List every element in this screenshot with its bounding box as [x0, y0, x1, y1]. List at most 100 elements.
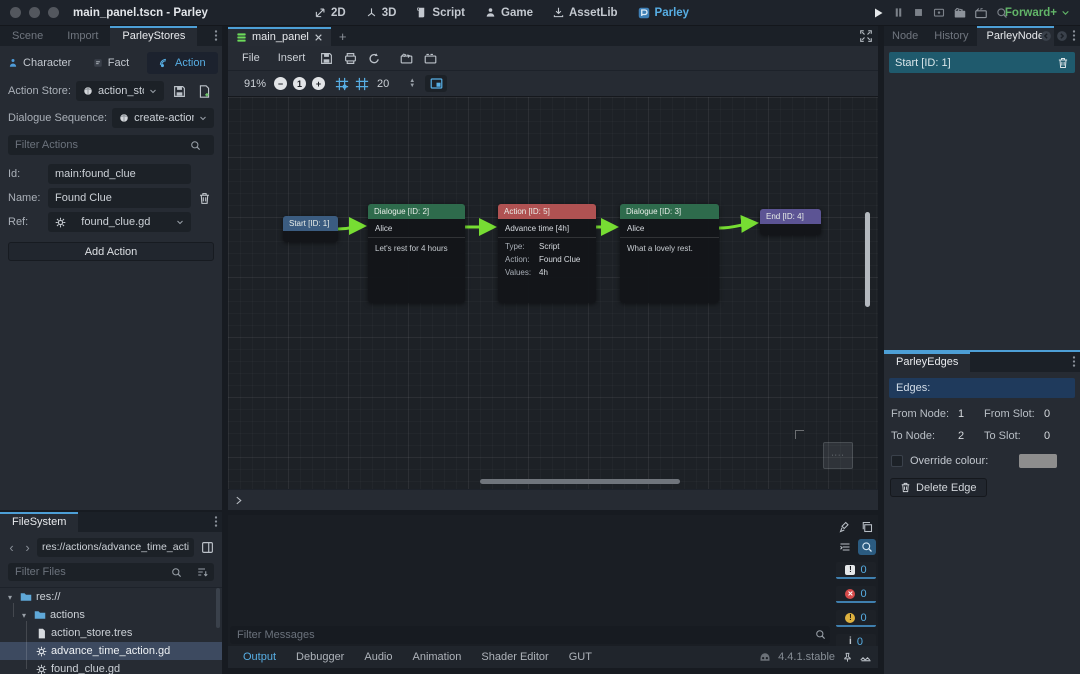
horizontal-scrollbar[interactable]	[480, 479, 680, 484]
snap-toggle-icon[interactable]	[335, 77, 349, 91]
tab-node[interactable]: Node	[884, 27, 926, 46]
filter-files-input[interactable]	[8, 563, 214, 581]
split-mode-icon[interactable]	[197, 537, 217, 557]
filter-messages-input[interactable]	[230, 626, 830, 644]
override-colour-checkbox[interactable]	[891, 455, 903, 467]
maximize-window-icon[interactable]	[48, 7, 59, 18]
back-icon[interactable]: ‹	[5, 540, 18, 555]
zoom-out-button[interactable]: −	[274, 77, 287, 90]
id-field[interactable]	[48, 164, 191, 184]
collapse-icon[interactable]: ▾	[8, 593, 16, 602]
graph-node-start[interactable]: Start [ID: 1]	[283, 216, 338, 242]
expand-panel-icon[interactable]	[234, 495, 243, 506]
renderer-selector[interactable]: Forward+	[1005, 7, 1070, 19]
tree-scrollbar[interactable]	[216, 588, 220, 628]
window-controls[interactable]	[10, 7, 59, 18]
tab-parleyedges[interactable]: ParleyEdges	[884, 352, 970, 372]
graph-canvas[interactable]: Start [ID: 1] Dialogue [ID: 2] Alice Let…	[228, 97, 878, 489]
file-row[interactable]: ▾ actions	[0, 606, 222, 624]
play-icon[interactable]	[872, 7, 884, 19]
sort-files-icon[interactable]	[196, 566, 208, 578]
filter-actions-input[interactable]	[8, 135, 214, 155]
tab-gut[interactable]: GUT	[560, 648, 601, 666]
tab-output[interactable]: Output	[234, 648, 285, 666]
new-tab-icon[interactable]: +	[331, 29, 355, 46]
output-log-area[interactable]: ! 0 ✕ 0 ! 0 i 0	[228, 515, 878, 626]
tab-audio[interactable]: Audio	[355, 648, 401, 666]
path-field[interactable]	[37, 538, 194, 557]
delete-edge-button[interactable]: Delete Edge	[890, 478, 987, 497]
collapse-icon[interactable]: ▾	[22, 611, 30, 620]
save-store-button[interactable]	[169, 81, 189, 101]
pause-icon[interactable]	[893, 7, 904, 18]
insert-menu[interactable]: Insert	[270, 49, 314, 67]
workspace-2d[interactable]: 2D	[315, 7, 346, 19]
delete-action-button[interactable]	[194, 164, 214, 232]
dock-menu-icon[interactable]	[214, 29, 218, 42]
workspace-script[interactable]: Script	[416, 7, 465, 19]
minimize-window-icon[interactable]	[29, 7, 40, 18]
graph-node-dialogue-3[interactable]: Dialogue [ID: 3] Alice What a lovely res…	[620, 204, 719, 303]
graph-node-end[interactable]: End [ID: 4]	[760, 209, 821, 235]
dock-menu-icon[interactable]	[214, 515, 218, 528]
colour-swatch[interactable]	[1019, 454, 1057, 468]
tab-animation[interactable]: Animation	[404, 648, 471, 666]
expand-bottom-panel-icon[interactable]	[860, 651, 872, 663]
file-row[interactable]: action_store.tres	[0, 624, 222, 642]
trash-icon[interactable]	[1057, 57, 1069, 69]
reset-view-icon[interactable]	[364, 48, 384, 68]
vertical-scrollbar[interactable]	[865, 212, 870, 307]
tab-parleystores[interactable]: ParleyStores	[110, 26, 197, 46]
file-row-selected[interactable]: advance_time_action.gd	[0, 642, 222, 660]
tab-scene[interactable]: Scene	[0, 27, 55, 46]
export-icon[interactable]	[340, 48, 360, 68]
minimap-toggle-button[interactable]	[425, 75, 447, 92]
tab-import[interactable]: Import	[55, 27, 110, 46]
tab-history[interactable]: History	[926, 27, 976, 46]
test-dialogue-icon[interactable]	[396, 48, 416, 68]
copy-output-icon[interactable]	[858, 519, 876, 535]
tab-action[interactable]: Action	[147, 52, 218, 74]
badge-all-messages[interactable]: ! 0	[836, 562, 876, 579]
tab-filesystem[interactable]: FileSystem	[0, 512, 78, 532]
movie-writer-icon[interactable]	[975, 7, 987, 19]
snap-stepper[interactable]: ▲▼	[409, 79, 415, 89]
selected-node-header[interactable]: Start [ID: 1]	[889, 52, 1075, 73]
name-field[interactable]	[48, 188, 191, 208]
grid-toggle-icon[interactable]	[355, 77, 369, 91]
graph-node-action-5[interactable]: Action [ID: 5] Advance time [4h] Type:Sc…	[498, 204, 596, 303]
workspace-game[interactable]: Game	[485, 7, 533, 19]
workspace-3d[interactable]: 3D	[366, 7, 397, 19]
edges-header[interactable]: Edges:	[889, 378, 1075, 398]
close-icon[interactable]	[314, 33, 323, 42]
movie-maker-icon[interactable]	[954, 7, 966, 19]
pin-panel-icon[interactable]	[842, 652, 853, 663]
workspace-parley[interactable]: Parley	[638, 7, 690, 19]
file-row[interactable]: ▾ res://	[0, 588, 222, 606]
dialogue-sequence-dropdown[interactable]: create-action-basi	[112, 108, 214, 128]
zoom-in-button[interactable]: +	[312, 77, 325, 90]
ref-dropdown[interactable]: found_clue.gd	[48, 212, 191, 232]
remote-debug-icon[interactable]	[933, 7, 945, 19]
graph-node-dialogue-2[interactable]: Dialogue [ID: 2] Alice Let's rest for 4 …	[368, 204, 465, 303]
collapse-messages-icon[interactable]	[836, 539, 854, 555]
distraction-free-icon[interactable]	[860, 30, 872, 42]
next-tab-icon[interactable]	[1056, 29, 1068, 42]
add-action-button[interactable]: Add Action	[8, 242, 214, 261]
forward-icon[interactable]: ›	[21, 540, 34, 555]
action-store-dropdown[interactable]: action_store.tre	[76, 81, 164, 101]
new-store-button[interactable]	[194, 81, 214, 101]
save-icon[interactable]	[316, 48, 336, 68]
dock-menu-icon[interactable]	[1072, 355, 1076, 368]
scene-tab-main-panel[interactable]: main_panel	[228, 27, 331, 46]
dock-menu-icon[interactable]	[1072, 29, 1076, 42]
file-menu[interactable]: File	[234, 49, 268, 67]
badge-errors[interactable]: ✕ 0	[836, 586, 876, 603]
tab-debugger[interactable]: Debugger	[287, 648, 353, 666]
stop-icon[interactable]	[913, 7, 924, 18]
workspace-assetlib[interactable]: AssetLib	[553, 7, 618, 19]
prev-tab-icon[interactable]	[1040, 29, 1052, 42]
badge-warnings[interactable]: ! 0	[836, 610, 876, 627]
tab-fact[interactable]: Fact	[75, 52, 146, 74]
file-row[interactable]: found_clue.gd	[0, 660, 222, 674]
